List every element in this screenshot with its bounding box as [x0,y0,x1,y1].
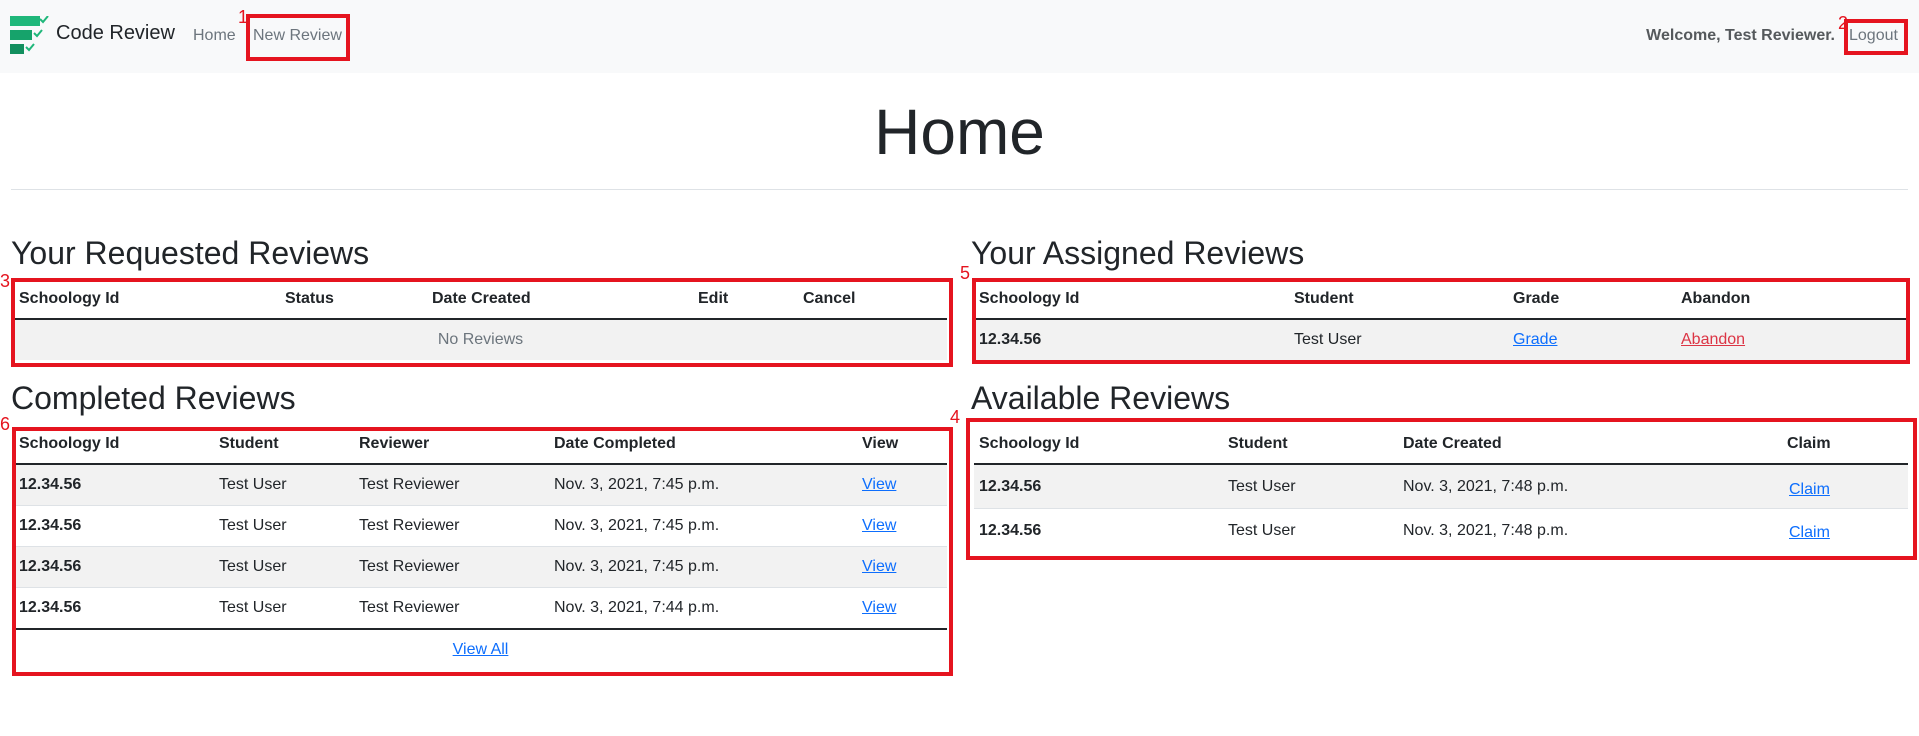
assigned-reviews-title: Your Assigned Reviews [971,235,1305,271]
annotation-number-3: 3 [0,271,11,291]
title-divider [11,189,1908,190]
annotation-number-2: 2 [1838,13,1849,33]
available-reviews-title: Available Reviews [971,380,1231,416]
welcome-message: Welcome, Test Reviewer. [1646,27,1835,44]
annotation-number-6: 6 [0,414,11,434]
nav-home-link[interactable]: Home [193,27,236,45]
page-title: Home [874,96,1045,168]
annotation-box-6 [12,427,953,676]
annotation-box-3 [11,278,953,367]
annotation-box-5 [972,278,1910,364]
annotation-box-1 [246,14,350,61]
annotation-box-2 [1844,19,1908,55]
requested-reviews-title: Your Requested Reviews [11,235,370,271]
annotation-number-5: 5 [960,263,971,283]
annotation-number-4: 4 [950,407,961,427]
completed-reviews-title: Completed Reviews [11,380,296,416]
annotation-number-1: 1 [238,7,249,27]
annotation-box-4 [966,418,1917,560]
code-review-logo-icon [10,16,49,54]
brand-name: Code Review [56,22,175,44]
